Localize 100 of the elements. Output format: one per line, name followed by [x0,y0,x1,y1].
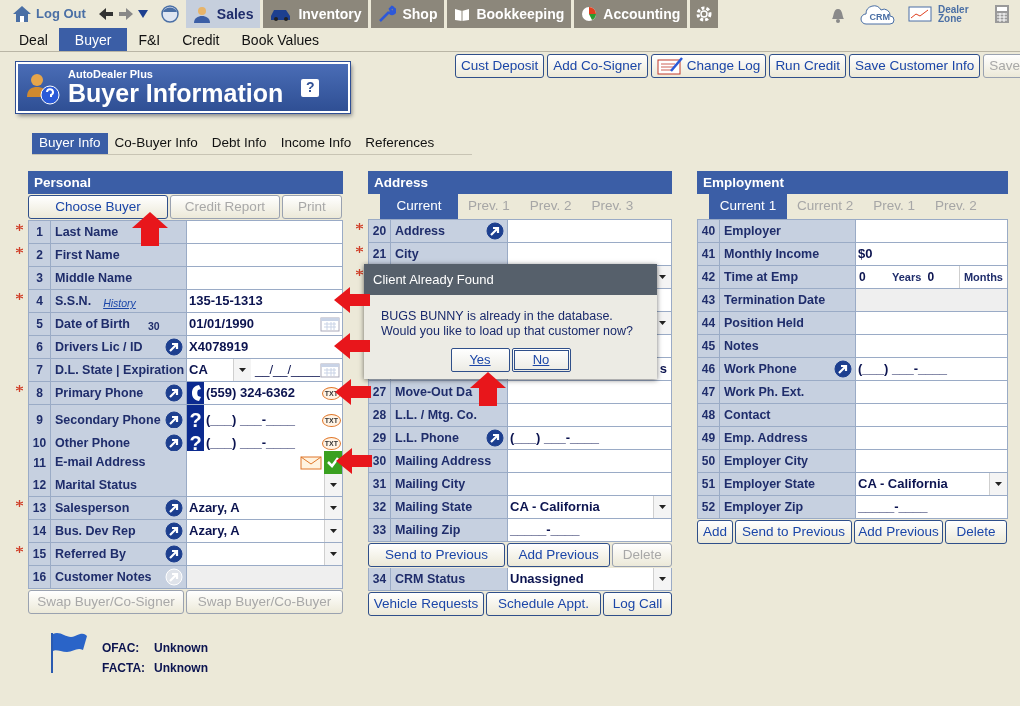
row-number: 48 [701,407,716,424]
input-field[interactable] [187,221,343,244]
section-tab[interactable]: Income Info [273,133,359,154]
panel-button[interactable]: Send to Previous [735,520,852,544]
calculator-icon[interactable] [994,4,1010,24]
link-icon[interactable] [486,429,504,447]
link-icon[interactable] [165,545,183,563]
link-icon[interactable] [165,411,183,429]
dropdown-button[interactable] [324,520,342,542]
module-tab[interactable]: Inventory [263,0,369,28]
input-field[interactable] [856,312,1008,335]
history-link[interactable]: History [103,296,136,312]
input-field[interactable]: (___) ___-____ [856,358,1008,381]
input-field[interactable]: X4078919 [187,336,343,359]
panel-button[interactable]: Log Call [603,592,672,616]
panel-button[interactable]: Choose Buyer [28,195,168,219]
input-field[interactable] [187,244,343,267]
years-field[interactable]: 0 [856,268,880,286]
input-field[interactable] [508,220,672,243]
help-button[interactable]: ? [301,78,320,97]
nav-tab[interactable]: Deal [8,28,59,51]
input-field[interactable] [508,473,672,496]
dialog-button[interactable]: Yes [450,348,510,372]
dialog-button[interactable]: No [511,348,571,372]
module-tab[interactable]: Shop [371,0,445,28]
months-label: Months [958,266,1007,288]
dropdown-button[interactable] [324,497,342,519]
input-field[interactable]: (___) ___-____ [508,427,672,450]
input-field[interactable] [508,450,672,473]
action-button[interactable]: Cust Deposit [454,54,545,78]
cloud-icon[interactable] [859,3,896,25]
home-icon[interactable] [12,5,32,23]
nav-tab[interactable]: Buyer [58,28,128,51]
module-tab[interactable]: Sales [185,0,261,28]
action-button[interactable]: Save Customer Info [848,54,981,78]
input-field[interactable]: _____-____ [856,496,1008,519]
nav-tab[interactable]: Credit [171,28,231,51]
section-tab[interactable]: References [358,133,442,154]
link-icon[interactable] [165,384,183,402]
panel-button[interactable]: Add [697,520,733,544]
link-icon[interactable] [834,360,852,378]
input-field[interactable] [856,404,1008,427]
action-button[interactable]: Add Co-Signer [547,54,648,78]
dealer-zone-label[interactable]: Dealer Zone [938,5,974,23]
nav-tab[interactable]: Book Values [230,28,331,51]
dropdown-button[interactable] [324,543,342,565]
link-icon[interactable] [165,499,183,517]
section-tab[interactable]: Debt Info [204,133,274,154]
field-label: City [395,245,419,263]
field-label: Primary Phone [55,384,144,402]
field-value[interactable]: (___) ___-____ [204,410,322,430]
input-field[interactable] [856,427,1008,450]
input-field[interactable] [856,220,1008,243]
panel-button[interactable]: Schedule Appt. [486,592,601,616]
dropdown-button[interactable] [653,496,671,518]
link-icon[interactable] [165,338,183,356]
caret-icon [659,577,666,581]
dashboard-icon[interactable] [908,5,932,23]
state-field[interactable]: CA [187,360,233,380]
dropdown-caret-icon[interactable] [137,10,148,18]
panel-tab[interactable]: Current [380,194,458,219]
row-number: 5 [36,316,43,333]
action-button[interactable]: Run Credit [769,54,846,78]
input-field[interactable] [187,267,343,290]
link-icon[interactable] [486,222,504,240]
section-tab[interactable]: Co-Buyer Info [107,133,205,154]
link-icon[interactable] [165,522,183,540]
dropdown-button[interactable] [324,474,342,496]
panel-tab[interactable]: Current 1 [709,194,787,219]
input-field[interactable] [856,450,1008,473]
date-field[interactable]: __/__/____ [250,360,320,380]
field-value[interactable]: (559) 324-6362 [204,383,322,403]
panel-button[interactable]: Add Previous [507,543,611,567]
dropdown-button[interactable] [989,473,1007,495]
panel-button[interactable]: Vehicle Requests [368,592,484,616]
input-field[interactable] [508,243,672,266]
dropdown-button[interactable] [232,359,251,381]
input-field[interactable] [856,335,1008,358]
field-label: Mailing Address [395,452,492,470]
action-button[interactable]: Change Log [650,54,767,78]
panel-button[interactable]: Send to Previous [368,543,506,567]
logout-link[interactable]: Log Out [36,4,86,24]
input-field[interactable]: $0 [856,243,1008,266]
caret-icon [238,368,246,372]
panel-button[interactable]: Add Previous [854,520,943,544]
field-value[interactable]: (___) ___-____ [204,433,322,453]
module-tab[interactable]: Accounting [574,0,688,28]
dropdown-button[interactable] [653,568,671,590]
input-field[interactable] [856,381,1008,404]
link-icon[interactable] [165,434,183,452]
input-field[interactable] [508,404,672,427]
input-field[interactable]: 135-15-1313 [187,290,343,313]
back-arrow-icon[interactable] [97,7,114,21]
input-field[interactable] [508,381,672,404]
input-field[interactable]: _____-____ [508,519,672,542]
module-tab[interactable]: Bookkeeping [447,0,572,28]
months-field[interactable]: 0 [927,268,959,286]
section-tab[interactable]: Buyer Info [32,133,108,154]
panel-button[interactable]: Delete [945,520,1007,544]
nav-tab[interactable]: F&I [127,28,172,51]
